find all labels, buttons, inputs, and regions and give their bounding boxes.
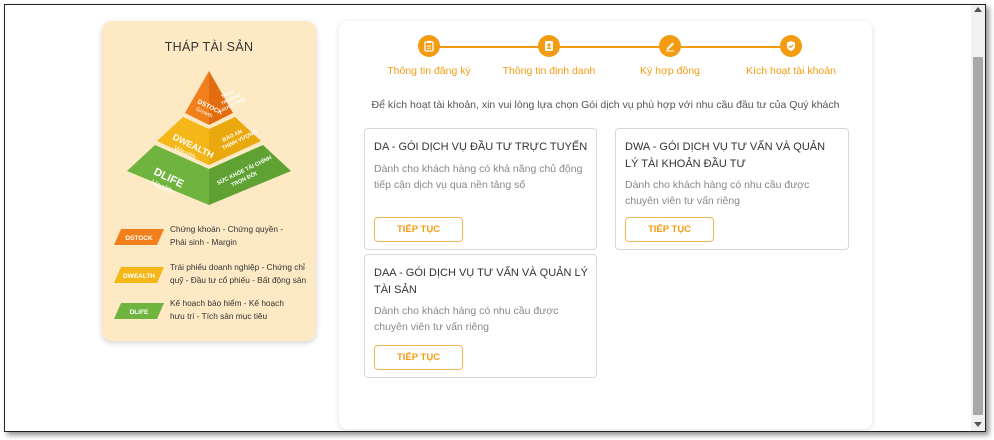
package-title: DA - GÓI DỊCH VỤ ĐẦU TƯ TRỰC TUYẾN [374, 141, 588, 153]
pyramid-title: THÁP TÀI SẢN [164, 40, 254, 54]
package-card-dwa: DWA - GÓI DỊCH VỤ TƯ VẤN VÀ QUẢN LÝ TÀI … [615, 128, 849, 250]
id-card-icon [538, 35, 560, 57]
legend-tag-dstock: DSTOCK [114, 229, 164, 245]
svg-text:DWEALTH: DWEALTH [123, 273, 155, 280]
legend-tag-dlife: DLIFE [114, 303, 164, 319]
legend-item-dwealth: DWEALTH Trái phiếu doanh nghiệp - Chứng … [114, 261, 314, 291]
step-label: Thông tin đăng ký [387, 65, 471, 77]
step-sign-contract[interactable]: Ký hợp đồng [610, 35, 730, 77]
package-description: Dành cho khách hàng có nhu cầu được chuy… [374, 305, 559, 333]
legend-tag-dwealth: DWEALTH [114, 267, 164, 283]
pen-icon [659, 35, 681, 57]
legend-text-dstock: Chứng khoán - Chứng quyền - Phái sinh - … [170, 224, 284, 247]
scroll-up-arrow-icon[interactable] [974, 7, 982, 12]
legend-text-dlife: Kế hoạch bảo hiểm - Kế hoạch hưu trí - T… [170, 298, 284, 321]
clipboard-icon [418, 35, 440, 57]
progress-stepper: Thông tin đăng ký Thông tin định danh Ký… [339, 35, 872, 85]
continue-button-daa[interactable]: TIẾP TỤC [374, 345, 463, 370]
svg-text:DLIFE: DLIFE [130, 309, 149, 316]
asset-pyramid-graphic: DSTOCK Growth TĂNG TRƯỞNG VƯỢT TRỘI DWEA… [127, 71, 291, 205]
package-card-da: DA - GÓI DỊCH VỤ ĐẦU TƯ TRỰC TUYẾN Dành … [364, 128, 597, 250]
scrollbar-thumb[interactable] [973, 57, 983, 415]
package-card-daa: DAA - GÓI DỊCH VỤ TƯ VẤN VÀ QUẢN LÝ TÀI … [364, 254, 597, 378]
package-title: DWA - GÓI DỊCH VỤ TƯ VẤN VÀ QUẢN LÝ TÀI … [625, 141, 826, 170]
step-activate-account[interactable]: Kích hoạt tài khoản [731, 35, 851, 77]
browser-window: THÁP TÀI SẢN DSTOCK Growth TĂNG TRƯỞNG V… [4, 4, 986, 432]
step-registration-info[interactable]: Thông tin đăng ký [369, 35, 489, 77]
shield-check-icon [780, 35, 802, 57]
legend-item-dstock: DSTOCK Chứng khoán - Chứng quyền - Phái … [114, 223, 314, 253]
legend-text-dwealth: Trái phiếu doanh nghiệp - Chứng chỉ quỹ … [170, 262, 307, 285]
step-identity-info[interactable]: Thông tin định danh [489, 35, 609, 77]
continue-button-da[interactable]: TIẾP TỤC [374, 217, 463, 242]
instruction-text: Để kích hoạt tài khoản, xin vui lòng lựa… [371, 99, 840, 111]
scroll-down-arrow-icon[interactable] [974, 422, 982, 427]
asset-pyramid-panel: THÁP TÀI SẢN DSTOCK Growth TĂNG TRƯỞNG V… [102, 21, 316, 341]
vertical-scrollbar[interactable] [971, 5, 985, 431]
package-description: Dành cho khách hàng có khả năng chủ động… [374, 163, 583, 191]
continue-button-dwa[interactable]: TIẾP TỤC [625, 217, 714, 242]
package-description: Dành cho khách hàng có nhu cầu được chuy… [625, 179, 810, 207]
account-activation-card: Thông tin đăng ký Thông tin định danh Ký… [339, 21, 872, 429]
step-label: Kích hoạt tài khoản [746, 65, 836, 77]
step-label: Thông tin định danh [502, 65, 596, 77]
svg-text:DSTOCK: DSTOCK [125, 235, 153, 242]
legend-item-dlife: DLIFE Kế hoạch bảo hiểm - Kế hoạch hưu t… [114, 297, 314, 327]
step-label: Ký hợp đồng [639, 65, 700, 77]
package-title: DAA - GÓI DỊCH VỤ TƯ VẤN VÀ QUẢN LÝ TÀI … [374, 267, 588, 296]
